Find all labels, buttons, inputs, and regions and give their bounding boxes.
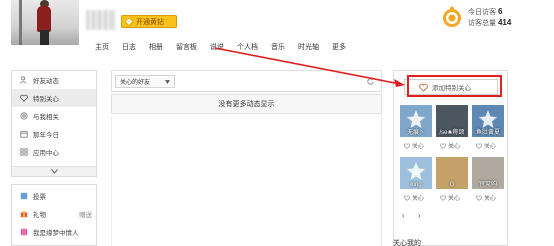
main-nav: 主页 日志 相册 留言板 说说 个人档 音乐 时光轴 更多 <box>95 42 346 52</box>
heart-icon <box>476 143 482 149</box>
care-label: 关心 <box>412 196 425 202</box>
sidebar-item-label: 与我相关 <box>33 114 59 121</box>
care-toggle[interactable]: 关心 <box>404 193 424 202</box>
diamond-button-label: 开通黄钻 <box>136 18 164 26</box>
annotation-highlight-box <box>407 75 502 97</box>
sidebar-item-label: 好友动态 <box>33 78 59 85</box>
care-label: 关心 <box>484 144 497 150</box>
care-toggle[interactable]: 关心 <box>404 141 424 150</box>
nav-item-music[interactable]: 音乐 <box>271 42 285 52</box>
care-toggle[interactable]: 关心 <box>440 141 460 150</box>
gift-icon <box>20 210 28 218</box>
grid-icon <box>20 148 28 156</box>
friend-tile[interactable]: 无痕丶 <box>400 105 432 137</box>
nav-item-shuoshuo[interactable]: 说说 <box>210 42 224 52</box>
heart-icon <box>404 195 410 201</box>
heart-icon <box>476 195 482 201</box>
friends-icon <box>20 76 27 84</box>
at-icon <box>20 112 28 120</box>
default-avatar-star-icon <box>407 162 425 180</box>
open-yellow-diamond-button[interactable]: 开通黄钻 <box>121 15 177 28</box>
heart-icon <box>404 143 410 149</box>
refresh-icon[interactable] <box>366 77 375 86</box>
sidebar-item-label: 我是缘梦中情人 <box>33 230 79 237</box>
profile-avatar[interactable] <box>11 0 79 45</box>
sidebar-app-vote[interactable]: 投票 <box>12 187 96 205</box>
feed-area: 关心的好友 没有更多动态显示 <box>111 70 382 246</box>
heart-icon <box>440 143 446 149</box>
friend-tile[interactable]: G <box>436 157 468 189</box>
care-label: 关心 <box>484 196 497 202</box>
app-icon <box>20 228 28 236</box>
chevron-down-icon <box>165 79 170 84</box>
friend-name: 宫兖昀 <box>478 182 497 188</box>
sidebar-item-label: 特别关心 <box>33 96 59 103</box>
friend-name: 鱼肚黄夏 <box>475 130 500 136</box>
care-toggle[interactable]: 关心 <box>476 193 496 202</box>
friend-tile[interactable]: long <box>400 157 432 189</box>
prev-page-button[interactable]: ‹ <box>402 211 405 220</box>
friend-tile[interactable]: 宫兖昀 <box>472 157 504 189</box>
feed-body <box>111 116 382 246</box>
nav-item-guestbook[interactable]: 留言板 <box>176 42 197 52</box>
sidebar-expand-button[interactable] <box>12 166 96 176</box>
heart-icon <box>440 195 446 201</box>
feed-empty-message: 没有更多动态显示 <box>111 94 382 114</box>
friend-tile[interactable]: 鱼肚黄夏 <box>472 105 504 137</box>
sidebar-app-gift[interactable]: 礼物 赠送 <box>12 205 96 223</box>
visits-today-count: 6 <box>497 7 503 16</box>
sidebar-item-label: 投票 <box>33 194 46 201</box>
visits-today-label: 今日访客 <box>468 9 496 16</box>
friend-name: 无痕丶 <box>406 130 425 136</box>
sidebar-item-label: 那年今日 <box>33 132 59 139</box>
diamond-icon <box>125 17 133 26</box>
feed-header: 关心的好友 <box>111 70 382 92</box>
nav-item-timeline[interactable]: 时光轴 <box>298 42 319 52</box>
friend-tile[interactable]: /se❀称颂 <box>436 105 468 137</box>
friend-name: /se❀称颂 <box>439 130 465 136</box>
sidebar-apps: 投票 礼物 赠送 我是缘梦中情人 <box>11 184 97 246</box>
care-label: 关心 <box>412 144 425 150</box>
sidebar-item-label: 礼物 <box>33 212 46 219</box>
sidebar-item-label: 应用中心 <box>33 150 59 157</box>
default-avatar-star-icon <box>479 110 497 128</box>
visits-total-label: 访客总量 <box>468 20 496 27</box>
visits-total-count: 414 <box>497 18 512 27</box>
sidebar-menu: 好友动态 特别关心 与我相关 那年今日 应用中心 <box>11 70 97 177</box>
default-avatar-star-icon <box>407 110 425 128</box>
vote-icon <box>20 192 28 200</box>
friend-filter-label: 关心的好友 <box>120 80 151 86</box>
gift-send-link[interactable]: 赠送 <box>79 209 92 219</box>
sidebar-item-special-care[interactable]: 特别关心 <box>12 89 96 107</box>
friend-name: G <box>449 182 455 188</box>
care-toggle[interactable]: 关心 <box>476 141 496 150</box>
sidebar-item-app-center[interactable]: 应用中心 <box>12 143 96 161</box>
profile-name-blurred <box>86 10 116 30</box>
care-toggle[interactable]: 关心 <box>440 193 460 202</box>
heart-icon <box>20 94 28 102</box>
care-label: 关心 <box>448 144 461 150</box>
cared-by-title: 关心我的 <box>393 240 421 246</box>
nav-item-album[interactable]: 相册 <box>149 42 163 52</box>
care-label: 关心 <box>448 196 461 202</box>
sidebar-item-related-to-me[interactable]: 与我相关 <box>12 107 96 125</box>
nav-item-blog[interactable]: 日志 <box>122 42 136 52</box>
nav-item-more[interactable]: 更多 <box>332 42 346 52</box>
nav-item-profile[interactable]: 个人档 <box>237 42 258 52</box>
sidebar-app-dream-lover[interactable]: 我是缘梦中情人 <box>12 223 96 241</box>
visitor-badge-icon <box>443 6 461 27</box>
sidebar-item-friend-feed[interactable]: 好友动态 <box>12 71 96 89</box>
sidebar-item-that-year-today[interactable]: 那年今日 <box>12 125 96 143</box>
visitor-stats: 今日访客 6 访客总量 414 <box>468 7 511 29</box>
calendar-icon <box>20 131 28 138</box>
chevron-down-icon <box>50 169 58 174</box>
friend-name: long <box>410 182 422 188</box>
next-page-button[interactable]: › <box>418 211 421 220</box>
friend-filter-select[interactable]: 关心的好友 <box>115 75 175 88</box>
nav-item-home[interactable]: 主页 <box>95 42 109 52</box>
